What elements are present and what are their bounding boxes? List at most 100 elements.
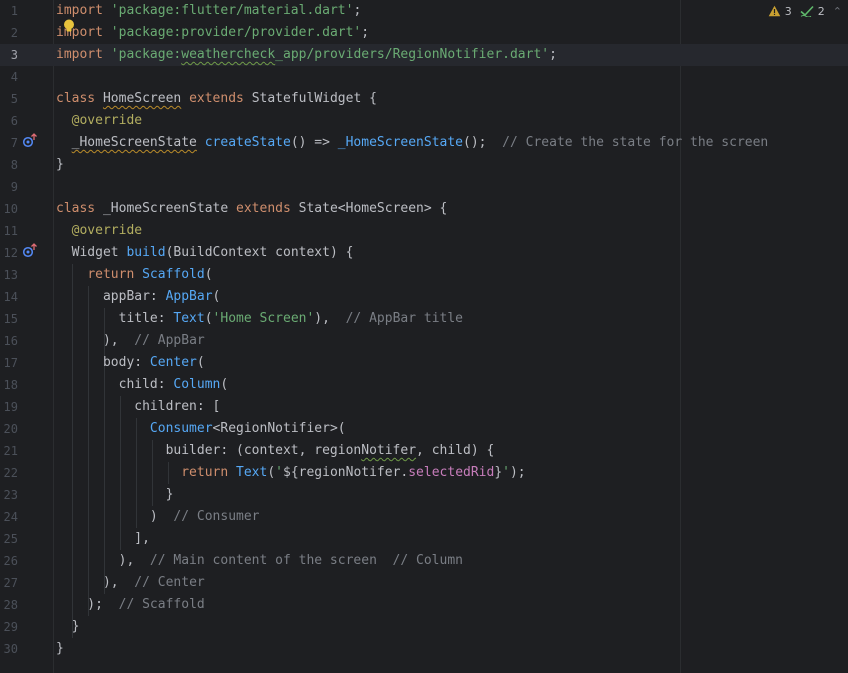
line-number[interactable]: 7 <box>0 132 18 154</box>
code-line[interactable]: 5 class HomeScreen extends StatefulWidget… <box>0 88 848 110</box>
code-line[interactable]: 30} <box>0 638 848 660</box>
code-line[interactable]: 10 class _HomeScreenState extends State<H… <box>0 198 848 220</box>
inspection-status[interactable]: 3 2 ⌃ <box>768 2 842 20</box>
code-text[interactable]: ), // Center <box>56 572 205 594</box>
code-text[interactable]: ), // AppBar <box>56 330 205 352</box>
code-line[interactable]: 6 @override <box>0 110 848 132</box>
code-text[interactable]: class HomeScreen extends StatefulWidget … <box>56 88 377 110</box>
line-number[interactable]: 6 <box>0 110 18 132</box>
code-line[interactable]: 28 ); // Scaffold <box>0 594 848 616</box>
code-text[interactable]: body: Center( <box>56 352 205 374</box>
code-token: Scaffold <box>142 267 205 282</box>
code-text[interactable]: child: Column( <box>56 374 229 396</box>
code-line[interactable]: 16 ), // AppBar <box>0 330 848 352</box>
code-line[interactable]: 9 <box>0 176 848 198</box>
code-token: , child) { <box>416 443 495 458</box>
line-number[interactable]: 23 <box>0 484 18 506</box>
code-line[interactable]: 12 Widget build(BuildContext context) { <box>0 242 848 264</box>
code-text[interactable]: Consumer<RegionNotifier>( <box>56 418 346 440</box>
line-number[interactable]: 20 <box>0 418 18 440</box>
code-line[interactable]: 1 import 'package:flutter/material.dart'; <box>0 0 848 22</box>
code-line[interactable]: 2 import 'package:provider/provider.dart'… <box>0 22 848 44</box>
code-text[interactable]: } <box>56 154 64 176</box>
line-number[interactable]: 13 <box>0 264 18 286</box>
code-text[interactable]: class _HomeScreenState extends State<Hom… <box>56 198 447 220</box>
code-line[interactable]: 24 ) // Consumer <box>0 506 848 528</box>
line-number[interactable]: 21 <box>0 440 18 462</box>
code-text[interactable]: children: [ <box>56 396 220 418</box>
code-editor[interactable]: 1 import 'package:flutter/material.dart';… <box>0 0 848 673</box>
line-number[interactable]: 1 <box>0 0 18 22</box>
code-line[interactable]: 21 builder: (context, regionNotifer, chi… <box>0 440 848 462</box>
code-line[interactable]: 19 children: [ <box>0 396 848 418</box>
line-number[interactable]: 27 <box>0 572 18 594</box>
code-token: (); <box>463 135 503 150</box>
line-number[interactable]: 8 <box>0 154 18 176</box>
line-number[interactable]: 4 <box>0 66 18 88</box>
code-line[interactable]: 15 title: Text('Home Screen'), // AppBar… <box>0 308 848 330</box>
code-text[interactable]: return Text('${regionNotifer.selectedRid… <box>56 462 525 484</box>
override-method-icon[interactable] <box>22 130 40 152</box>
line-number[interactable]: 16 <box>0 330 18 352</box>
code-text[interactable]: ) // Consumer <box>56 506 260 528</box>
code-line[interactable]: 13 return Scaffold( <box>0 264 848 286</box>
line-number[interactable]: 11 <box>0 220 18 242</box>
line-number[interactable]: 14 <box>0 286 18 308</box>
code-text[interactable]: import 'package:provider/provider.dart'; <box>56 22 369 44</box>
line-number[interactable]: 22 <box>0 462 18 484</box>
code-text[interactable]: builder: (context, regionNotifer, child)… <box>56 440 495 462</box>
code-line[interactable]: 22 return Text('${regionNotifer.selected… <box>0 462 848 484</box>
code-line[interactable]: 4 <box>0 66 848 88</box>
code-line[interactable]: 3 import 'package:weathercheck_app/provid… <box>0 44 848 66</box>
line-number[interactable]: 5 <box>0 88 18 110</box>
code-text[interactable]: return Scaffold( <box>56 264 212 286</box>
line-number[interactable]: 15 <box>0 308 18 330</box>
code-text[interactable]: appBar: AppBar( <box>56 286 220 308</box>
code-token: ( <box>204 311 213 326</box>
line-number[interactable]: 30 <box>0 638 18 660</box>
code-text[interactable]: ], <box>56 528 150 550</box>
line-number[interactable]: 24 <box>0 506 18 528</box>
code-text[interactable]: ), // Main content of the screen // Colu… <box>56 550 463 572</box>
code-line[interactable]: 18 child: Column( <box>0 374 848 396</box>
code-line[interactable]: 27 ), // Center <box>0 572 848 594</box>
code-line[interactable]: 7 _HomeScreenState createState() => _Hom… <box>0 132 848 154</box>
code-token: ( <box>212 289 221 304</box>
line-number[interactable]: 26 <box>0 550 18 572</box>
line-number[interactable]: 17 <box>0 352 18 374</box>
line-number[interactable]: 28 <box>0 594 18 616</box>
code-text[interactable]: ); // Scaffold <box>56 594 204 616</box>
code-line[interactable]: 23 } <box>0 484 848 506</box>
override-method-icon[interactable] <box>22 240 40 262</box>
code-text[interactable]: } <box>56 616 80 638</box>
code-line[interactable]: 14 appBar: AppBar( <box>0 286 848 308</box>
code-text[interactable]: @override <box>56 220 142 242</box>
line-number[interactable]: 29 <box>0 616 18 638</box>
code-text[interactable]: _HomeScreenState createState() => _HomeS… <box>56 132 769 154</box>
code-line[interactable]: 8} <box>0 154 848 176</box>
code-line[interactable]: 11 @override <box>0 220 848 242</box>
code-text[interactable]: Widget build(BuildContext context) { <box>56 242 354 264</box>
line-number[interactable]: 25 <box>0 528 18 550</box>
line-number[interactable]: 12 <box>0 242 18 264</box>
code-text[interactable]: title: Text('Home Screen'), // AppBar ti… <box>56 308 463 330</box>
code-text[interactable]: import 'package:flutter/material.dart'; <box>56 0 361 22</box>
code-text[interactable]: } <box>56 638 64 660</box>
code-line[interactable]: 25 ], <box>0 528 848 550</box>
code-line[interactable]: 17 body: Center( <box>0 352 848 374</box>
line-number[interactable]: 19 <box>0 396 18 418</box>
line-number[interactable]: 18 <box>0 374 18 396</box>
code-line[interactable]: 26 ), // Main content of the screen // C… <box>0 550 848 572</box>
code-text[interactable]: } <box>56 484 174 506</box>
line-number[interactable]: 10 <box>0 198 18 220</box>
code-line[interactable]: 29 } <box>0 616 848 638</box>
chevron-up-icon: ⌃ <box>832 4 842 18</box>
code-token: build <box>126 245 166 260</box>
line-number[interactable]: 9 <box>0 176 18 198</box>
code-text[interactable]: @override <box>56 110 142 132</box>
code-text[interactable]: import 'package:weathercheck_app/provide… <box>56 44 557 66</box>
code-line[interactable]: 20 Consumer<RegionNotifier>( <box>0 418 848 440</box>
line-number[interactable]: 2 <box>0 22 18 44</box>
line-number[interactable]: 3 <box>0 44 18 66</box>
lightbulb-icon[interactable] <box>63 19 75 33</box>
